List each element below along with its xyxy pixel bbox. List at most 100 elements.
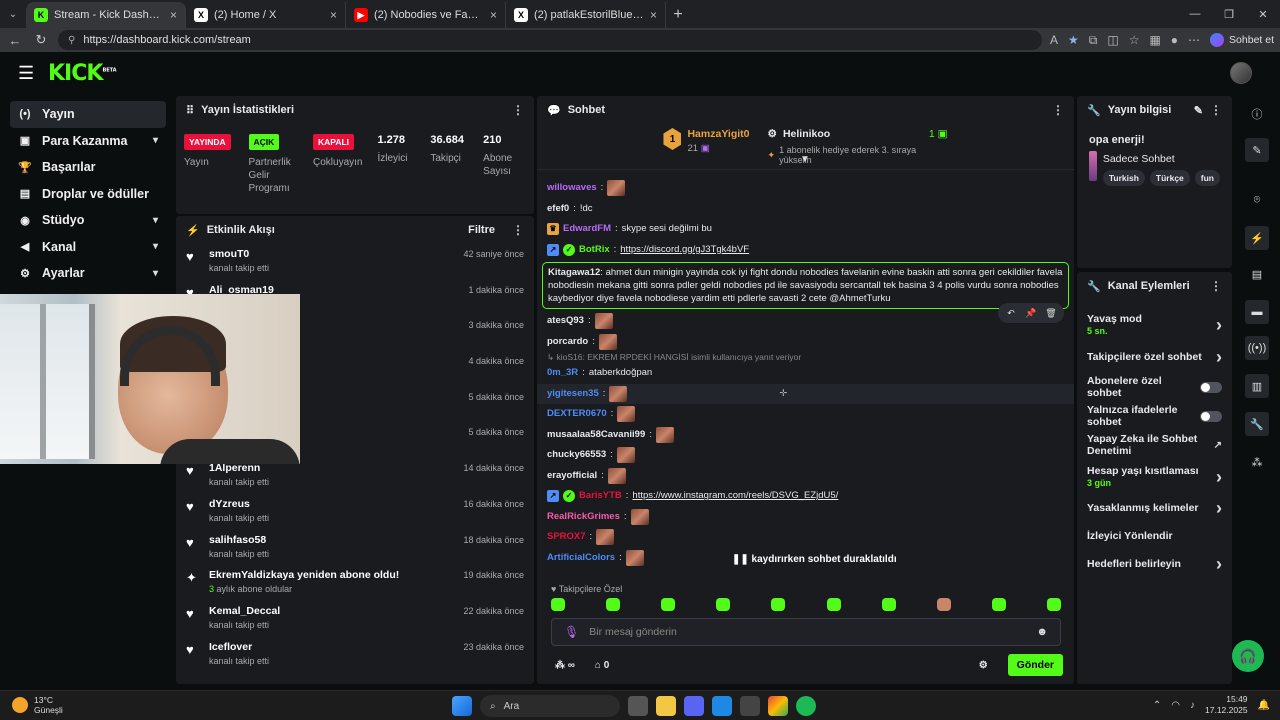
quick-emote[interactable] bbox=[936, 598, 951, 611]
channel-action[interactable]: Abonelere özel sohbet bbox=[1077, 372, 1232, 402]
close-icon[interactable]: × bbox=[650, 8, 657, 22]
collections-icon[interactable]: ▦ bbox=[1149, 33, 1160, 47]
top-gifter[interactable]: 1 HamzaYigit0 21 ▣ bbox=[663, 128, 750, 169]
edge-icon[interactable] bbox=[712, 696, 732, 716]
toggle-switch[interactable] bbox=[1200, 381, 1222, 393]
microphone-icon[interactable]: 🎙 bbox=[564, 625, 579, 639]
chat-username[interactable]: musaalaa58Cavanii99 bbox=[547, 429, 645, 441]
profile-avatar-icon[interactable]: ● bbox=[1171, 33, 1178, 47]
camera-icon[interactable]: ⌾ bbox=[1245, 188, 1269, 212]
tab-search-icon[interactable]: ⌄ bbox=[0, 0, 26, 28]
chat-username[interactable]: 0m_3R bbox=[547, 367, 578, 379]
kebab-menu-icon[interactable]: ⋮ bbox=[1052, 103, 1064, 117]
chat-username[interactable]: yigitesen35 bbox=[547, 388, 599, 400]
activity-item[interactable]: ♥ dYzreus kanalı takip etti 16 dakika önce bbox=[176, 498, 534, 534]
split-screen-icon[interactable]: ◫ bbox=[1107, 33, 1118, 47]
chat-username[interactable]: DEXTER0670 bbox=[547, 408, 607, 420]
sidebar-item-2[interactable]: 🏆 Başarılar bbox=[10, 154, 166, 181]
chat-message[interactable]: musaalaa58Cavanii99: bbox=[547, 425, 1064, 446]
chat-username[interactable]: Kitagawa12 bbox=[548, 267, 600, 278]
kebab-menu-icon[interactable]: ⋮ bbox=[512, 223, 524, 237]
quick-emote[interactable] bbox=[991, 598, 1006, 611]
chat-message[interactable]: porcardo: bbox=[547, 332, 1064, 353]
emote-image[interactable] bbox=[630, 508, 649, 525]
emote-image[interactable] bbox=[594, 313, 613, 330]
tag-chip[interactable]: Türkçe bbox=[1149, 170, 1190, 186]
hamburger-menu-icon[interactable]: ☰ bbox=[18, 63, 48, 84]
close-icon[interactable]: × bbox=[330, 8, 337, 22]
chat-username[interactable]: willowaves bbox=[547, 182, 597, 194]
delete-icon[interactable]: 🗑 bbox=[1042, 305, 1060, 321]
external-link-icon[interactable]: ↗ bbox=[1214, 440, 1222, 451]
chevron-down-icon[interactable]: ▾ bbox=[153, 135, 158, 146]
emote-image[interactable] bbox=[607, 467, 626, 484]
filter-button[interactable]: Filtre bbox=[468, 224, 495, 236]
quick-emote[interactable] bbox=[551, 598, 565, 611]
chevron-down-icon[interactable]: ▾ bbox=[153, 215, 158, 226]
close-icon[interactable]: × bbox=[170, 8, 177, 22]
maximize-icon[interactable]: ❐ bbox=[1212, 0, 1246, 28]
tag-chip[interactable]: Turkish bbox=[1102, 170, 1145, 186]
close-icon[interactable]: × bbox=[490, 8, 497, 22]
sidebar-item-1[interactable]: ▣ Para Kazanma ▾ bbox=[10, 128, 166, 155]
notifications-icon[interactable]: 🔔 bbox=[1258, 700, 1270, 711]
chat-message[interactable]: ↗ ✓ BotRix: https://discord.gg/gJ3Tgk4bVF bbox=[547, 240, 1064, 261]
new-tab-button[interactable]: + bbox=[666, 2, 690, 28]
chevron-right-icon[interactable]: › bbox=[1216, 467, 1222, 488]
chat-username[interactable]: EdwardFM bbox=[563, 223, 611, 235]
activity-item[interactable]: ♥ salihfaso58 kanalı takip etti 18 dakika ö… bbox=[176, 534, 534, 570]
chat-username[interactable]: erayofficial bbox=[547, 470, 597, 482]
channel-action[interactable]: Hedefleri belirleyin › bbox=[1077, 550, 1232, 578]
tab-x-home[interactable]: X (2) Home / X × bbox=[186, 2, 346, 28]
kick-logo[interactable]: KICKBETA bbox=[48, 61, 117, 86]
chat-username[interactable]: ArtificialColors bbox=[547, 552, 615, 564]
more-menu-icon[interactable]: ⋯ bbox=[1188, 33, 1200, 47]
tab-youtube[interactable]: ▶ (2) Nobodies ve Favela Çatışması × bbox=[346, 2, 506, 28]
weather-widget[interactable]: 13°C Güneşli bbox=[12, 695, 63, 715]
kebab-menu-icon[interactable]: ⋮ bbox=[1210, 279, 1222, 293]
chat-username[interactable]: RealRickGrimes bbox=[547, 511, 620, 523]
tab-x-post[interactable]: X (2) patlakEstorilBlueF30 on X: "son × bbox=[506, 2, 666, 28]
quick-emote[interactable] bbox=[771, 598, 786, 611]
tab-kick-dashboard[interactable]: K Stream - Kick Dashboard × bbox=[26, 2, 186, 28]
sidebar-item-0[interactable]: (•) Yayın bbox=[10, 101, 166, 128]
chat-message[interactable]: DEXTER0670: bbox=[547, 404, 1064, 425]
back-icon[interactable]: ← bbox=[6, 33, 24, 48]
chat-message[interactable]: atesQ93: bbox=[547, 311, 1064, 332]
windows-start-icon[interactable] bbox=[452, 696, 472, 716]
nodes-icon[interactable]: ⁂ bbox=[1245, 450, 1269, 474]
quick-emote[interactable] bbox=[1046, 598, 1061, 611]
category-name[interactable]: Sadece Sohbet bbox=[1103, 153, 1220, 165]
chevron-down-icon[interactable]: ▾ bbox=[153, 268, 158, 279]
chat-message[interactable]: Kitagawa12: ahmet dun minigin yayinda co… bbox=[542, 262, 1069, 309]
chat-message[interactable]: yigitesen35: ✛ bbox=[537, 383, 1074, 404]
channel-action[interactable]: Yapay Zeka ile Sohbet Denetimi ↗ bbox=[1077, 430, 1232, 460]
chat-username[interactable]: BarisYTB bbox=[579, 490, 622, 502]
chat-message[interactable]: 0m_3R: ataberkdoğpan bbox=[547, 363, 1064, 384]
quick-emote[interactable] bbox=[661, 598, 676, 611]
activity-item[interactable]: ♥ Iceflover kanalı takip etti 23 dakika önc… bbox=[176, 641, 534, 677]
quick-emote[interactable] bbox=[826, 598, 841, 611]
channel-action[interactable]: Yavaş mod 5 sn. › bbox=[1077, 308, 1232, 342]
chevron-right-icon[interactable]: › bbox=[1216, 347, 1222, 368]
chat-username[interactable]: porcardo bbox=[547, 336, 588, 348]
send-button[interactable]: Gönder bbox=[1007, 654, 1063, 676]
reply-icon[interactable]: ↶ bbox=[1002, 305, 1020, 321]
collapse-pinned-icon[interactable]: ▼ bbox=[800, 154, 810, 165]
layout-icon[interactable]: ▥ bbox=[1245, 374, 1269, 398]
discord-icon[interactable] bbox=[684, 696, 704, 716]
sidebar-item-5[interactable]: ◀ Kanal ▾ bbox=[10, 234, 166, 261]
clock[interactable]: 15:49 17.12.2025 bbox=[1205, 694, 1248, 716]
chat-message[interactable]: willowaves: bbox=[547, 178, 1064, 199]
channel-action[interactable]: İzleyici Yönlendir bbox=[1077, 522, 1232, 550]
chat-message[interactable]: RealRickGrimes: bbox=[547, 507, 1064, 528]
task-view-icon[interactable] bbox=[628, 696, 648, 716]
chat-link[interactable]: https://discord.gg/gJ3Tgk4bVF bbox=[620, 244, 749, 256]
quick-emote[interactable] bbox=[606, 598, 621, 611]
channel-action[interactable]: Yalnızca ifadelerle sohbet bbox=[1077, 402, 1232, 430]
store-indicator[interactable]: ⌂ 0 bbox=[595, 660, 609, 671]
activity-item[interactable]: ♥ smouT0 kanalı takip etti 42 saniye önce bbox=[176, 248, 534, 284]
quick-emote[interactable] bbox=[881, 598, 896, 611]
channel-action[interactable]: Takipçilere özel sohbet › bbox=[1077, 342, 1232, 372]
notes-icon[interactable]: ▤ bbox=[1245, 262, 1269, 286]
